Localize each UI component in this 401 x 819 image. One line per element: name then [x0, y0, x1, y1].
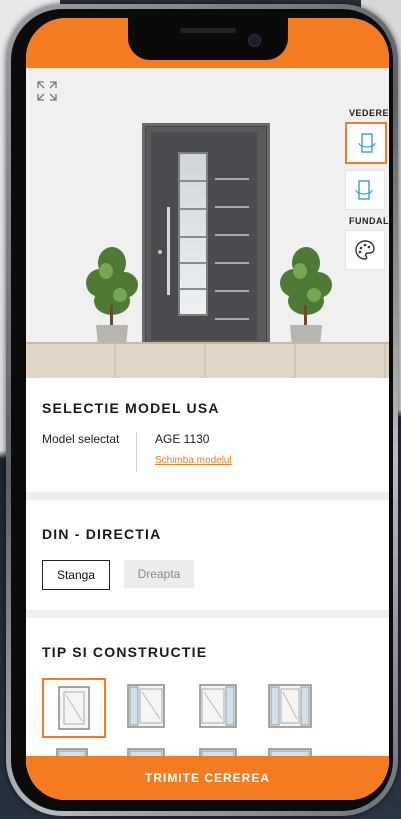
palette-icon	[355, 240, 375, 260]
section-divider	[26, 610, 389, 618]
submit-button[interactable]: TRIMITE CEREREA	[26, 756, 389, 800]
change-model-link[interactable]: Schimba modelul	[155, 455, 232, 466]
submit-button-label: TRIMITE CEREREA	[144, 771, 270, 785]
direction-right-button[interactable]: Dreapta	[124, 560, 194, 588]
door-outside-view-icon	[358, 133, 376, 153]
model-name: AGE 1130	[155, 432, 210, 446]
model-section: SELECTIE MODEL USA Model selectat AGE 11…	[26, 378, 389, 492]
door-preview: VEDERE FUNDAL	[26, 68, 389, 380]
speaker	[180, 28, 236, 33]
door-inside-view-icon	[355, 180, 373, 200]
section-divider	[26, 492, 389, 500]
camera	[248, 34, 261, 47]
door-glass-panel	[178, 152, 208, 316]
view-side-panel: VEDERE FUNDAL	[345, 108, 389, 276]
construction-option-single[interactable]	[42, 678, 106, 738]
construction-option-sidelight-left[interactable]	[116, 678, 176, 734]
door-type-single-icon	[58, 686, 90, 730]
model-label: Model selectat	[42, 432, 137, 472]
door-leaf	[151, 132, 257, 340]
door-handle	[167, 207, 170, 295]
door-lock	[158, 250, 162, 254]
direction-left-button[interactable]: Stanga	[42, 560, 110, 590]
door-type-sidelight-left-icon	[127, 684, 165, 728]
notch	[128, 18, 288, 60]
door-type-sidelight-right-icon	[199, 684, 237, 728]
direction-section: DIN - DIRECTIA Stanga Dreapta	[26, 500, 389, 610]
model-row: Model selectat AGE 1130 Schimba modelul	[42, 432, 232, 472]
direction-section-title: DIN - DIRECTIA	[42, 526, 162, 542]
door-image	[142, 123, 270, 351]
expand-icon[interactable]	[36, 80, 58, 102]
floor	[26, 342, 389, 380]
construction-option-double-sidelight[interactable]	[260, 678, 320, 734]
outside-view-button[interactable]	[345, 122, 387, 164]
model-section-title: SELECTIE MODEL USA	[42, 400, 220, 416]
background-title: FUNDAL	[349, 216, 389, 226]
inside-view-button[interactable]	[345, 170, 385, 210]
phone-screen: VEDERE FUNDAL SELECTIE MODEL USA Model s…	[26, 18, 389, 800]
construction-option-sidelight-right[interactable]	[188, 678, 248, 734]
door-type-double-sidelight-icon	[268, 684, 312, 728]
construction-section-title: TIP SI CONSTRUCTIE	[42, 644, 208, 660]
background-button[interactable]	[345, 230, 385, 270]
view-title: VEDERE	[349, 108, 389, 118]
